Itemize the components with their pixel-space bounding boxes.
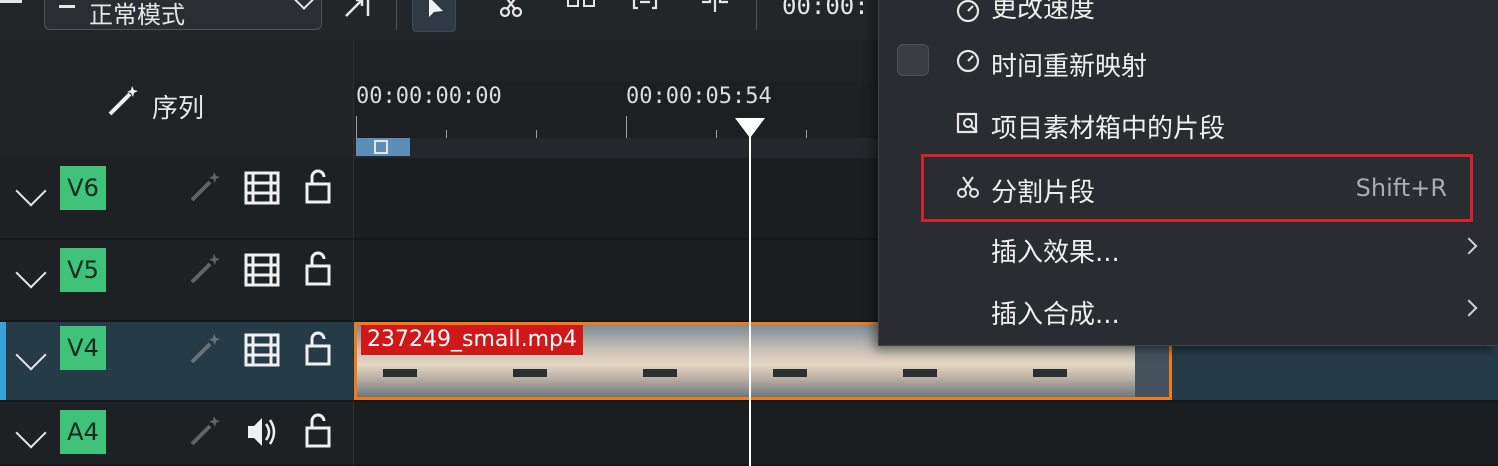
timecode-display[interactable]: 00:00:	[782, 0, 869, 20]
collapse-chevron-icon[interactable]	[15, 257, 47, 289]
menu-item-label: 时间重新映射	[991, 52, 1148, 82]
ripple-tool-button[interactable]	[334, 0, 378, 30]
film-strip-icon[interactable]	[244, 332, 280, 368]
film-strip-icon[interactable]	[244, 170, 280, 206]
track-name-tag[interactable]: V4	[60, 326, 106, 370]
ruler-minor-tick	[806, 130, 807, 138]
sequence-header: 序列	[0, 40, 354, 158]
spacer-tool-button[interactable]	[556, 0, 600, 30]
multicam-icon	[702, 0, 728, 12]
scissors-icon	[499, 0, 523, 18]
locate-in-bin-icon	[956, 112, 978, 134]
ruler-minor-tick	[446, 130, 447, 138]
lock-icon[interactable]	[304, 412, 332, 448]
toolbar-separator	[756, 0, 757, 30]
film-strip-icon[interactable]	[244, 252, 280, 288]
track-lane-a4[interactable]	[354, 402, 1498, 466]
time-remap-checkbox[interactable]	[897, 44, 929, 76]
sequence-label: 序列	[152, 94, 205, 124]
menu-item-label: 插入合成...	[991, 300, 1120, 330]
toolbar-separator	[396, 0, 397, 30]
collapse-chevron-icon[interactable]	[15, 417, 47, 449]
track-header-v6[interactable]: V6	[0, 158, 354, 240]
menu-item-label: 插入效果...	[991, 238, 1120, 268]
pointer-icon	[429, 0, 443, 17]
lock-icon[interactable]	[304, 168, 332, 204]
zone-clip-marker[interactable]	[356, 138, 410, 156]
ruler-minor-tick	[536, 130, 537, 138]
speaker-icon[interactable]	[244, 414, 280, 450]
clip-context-menu: 更改速度 时间重新映射 项目素材箱中的片段 分割片段 Shift+R 插入效果.…	[878, 0, 1498, 346]
effects-wand-icon[interactable]	[188, 252, 222, 286]
slip-icon	[632, 0, 658, 10]
menu-item-label: 分割片段	[991, 178, 1096, 208]
ruler-timecode-start: 00:00:00:00	[356, 84, 502, 109]
menu-item-split-clip[interactable]: 分割片段 Shift+R	[921, 154, 1473, 222]
ruler-minor-tick	[716, 130, 717, 138]
menu-item-shortcut: Shift+R	[1355, 174, 1447, 202]
slip-tool-button[interactable]	[620, 0, 664, 30]
track-name-tag[interactable]: V5	[60, 248, 106, 292]
speedometer-icon	[956, 0, 980, 23]
clip-name-label: 237249_small.mp4	[361, 325, 583, 355]
select-tool-button[interactable]	[412, 0, 456, 32]
menu-item-clip-in-bin[interactable]: 项目素材箱中的片段	[879, 94, 1498, 154]
chevron-down-icon	[294, 0, 314, 10]
effects-wand-icon[interactable]	[188, 414, 222, 448]
menu-item-insert-effect[interactable]: 插入效果...	[879, 218, 1498, 278]
chevron-right-icon	[1460, 299, 1478, 317]
effects-wand-icon[interactable]	[188, 170, 222, 204]
menu-item-label: 项目素材箱中的片段	[991, 114, 1226, 144]
speedometer-icon	[956, 49, 980, 73]
collapse-chevron-icon[interactable]	[15, 339, 47, 371]
track-header-v4[interactable]: V4	[0, 322, 354, 402]
effects-wand-icon[interactable]	[188, 332, 222, 366]
edit-mode-dropdown[interactable]: 正常模式	[44, 0, 322, 30]
lock-icon[interactable]	[304, 250, 332, 286]
multicam-tool-button[interactable]	[690, 0, 734, 30]
track-header-v5[interactable]: V5	[0, 240, 354, 322]
edit-mode-label: 正常模式	[89, 1, 185, 29]
track-header-a4[interactable]: A4	[0, 402, 354, 466]
spacer-icon	[567, 0, 595, 7]
menu-item-insert-composition[interactable]: 插入合成...	[879, 280, 1498, 340]
magic-arrow-icon	[345, 0, 370, 17]
playhead-line[interactable]	[749, 118, 751, 466]
clip-thumbnail	[747, 325, 877, 397]
menu-item-label: 更改速度	[991, 0, 1096, 24]
lock-icon[interactable]	[304, 330, 332, 366]
track-name-tag[interactable]: A4	[60, 410, 106, 454]
chevron-right-icon	[1460, 237, 1478, 255]
magic-wand-icon	[108, 86, 138, 116]
ruler-major-tick	[356, 116, 357, 138]
clip-thumbnail	[617, 325, 747, 397]
mode-indicator-icon	[59, 5, 75, 8]
hamburger-menu-icon[interactable]	[0, 0, 24, 16]
razor-tool-button[interactable]	[488, 0, 532, 30]
playhead-handle[interactable]	[735, 118, 765, 138]
collapse-chevron-icon[interactable]	[15, 175, 47, 207]
track-name-tag[interactable]: V6	[60, 166, 106, 210]
scissors-icon	[957, 176, 979, 198]
ruler-timecode-mark: 00:00:05:54	[626, 84, 772, 109]
ruler-major-tick	[626, 116, 627, 138]
menu-item-time-remap[interactable]: 时间重新映射	[879, 32, 1498, 92]
